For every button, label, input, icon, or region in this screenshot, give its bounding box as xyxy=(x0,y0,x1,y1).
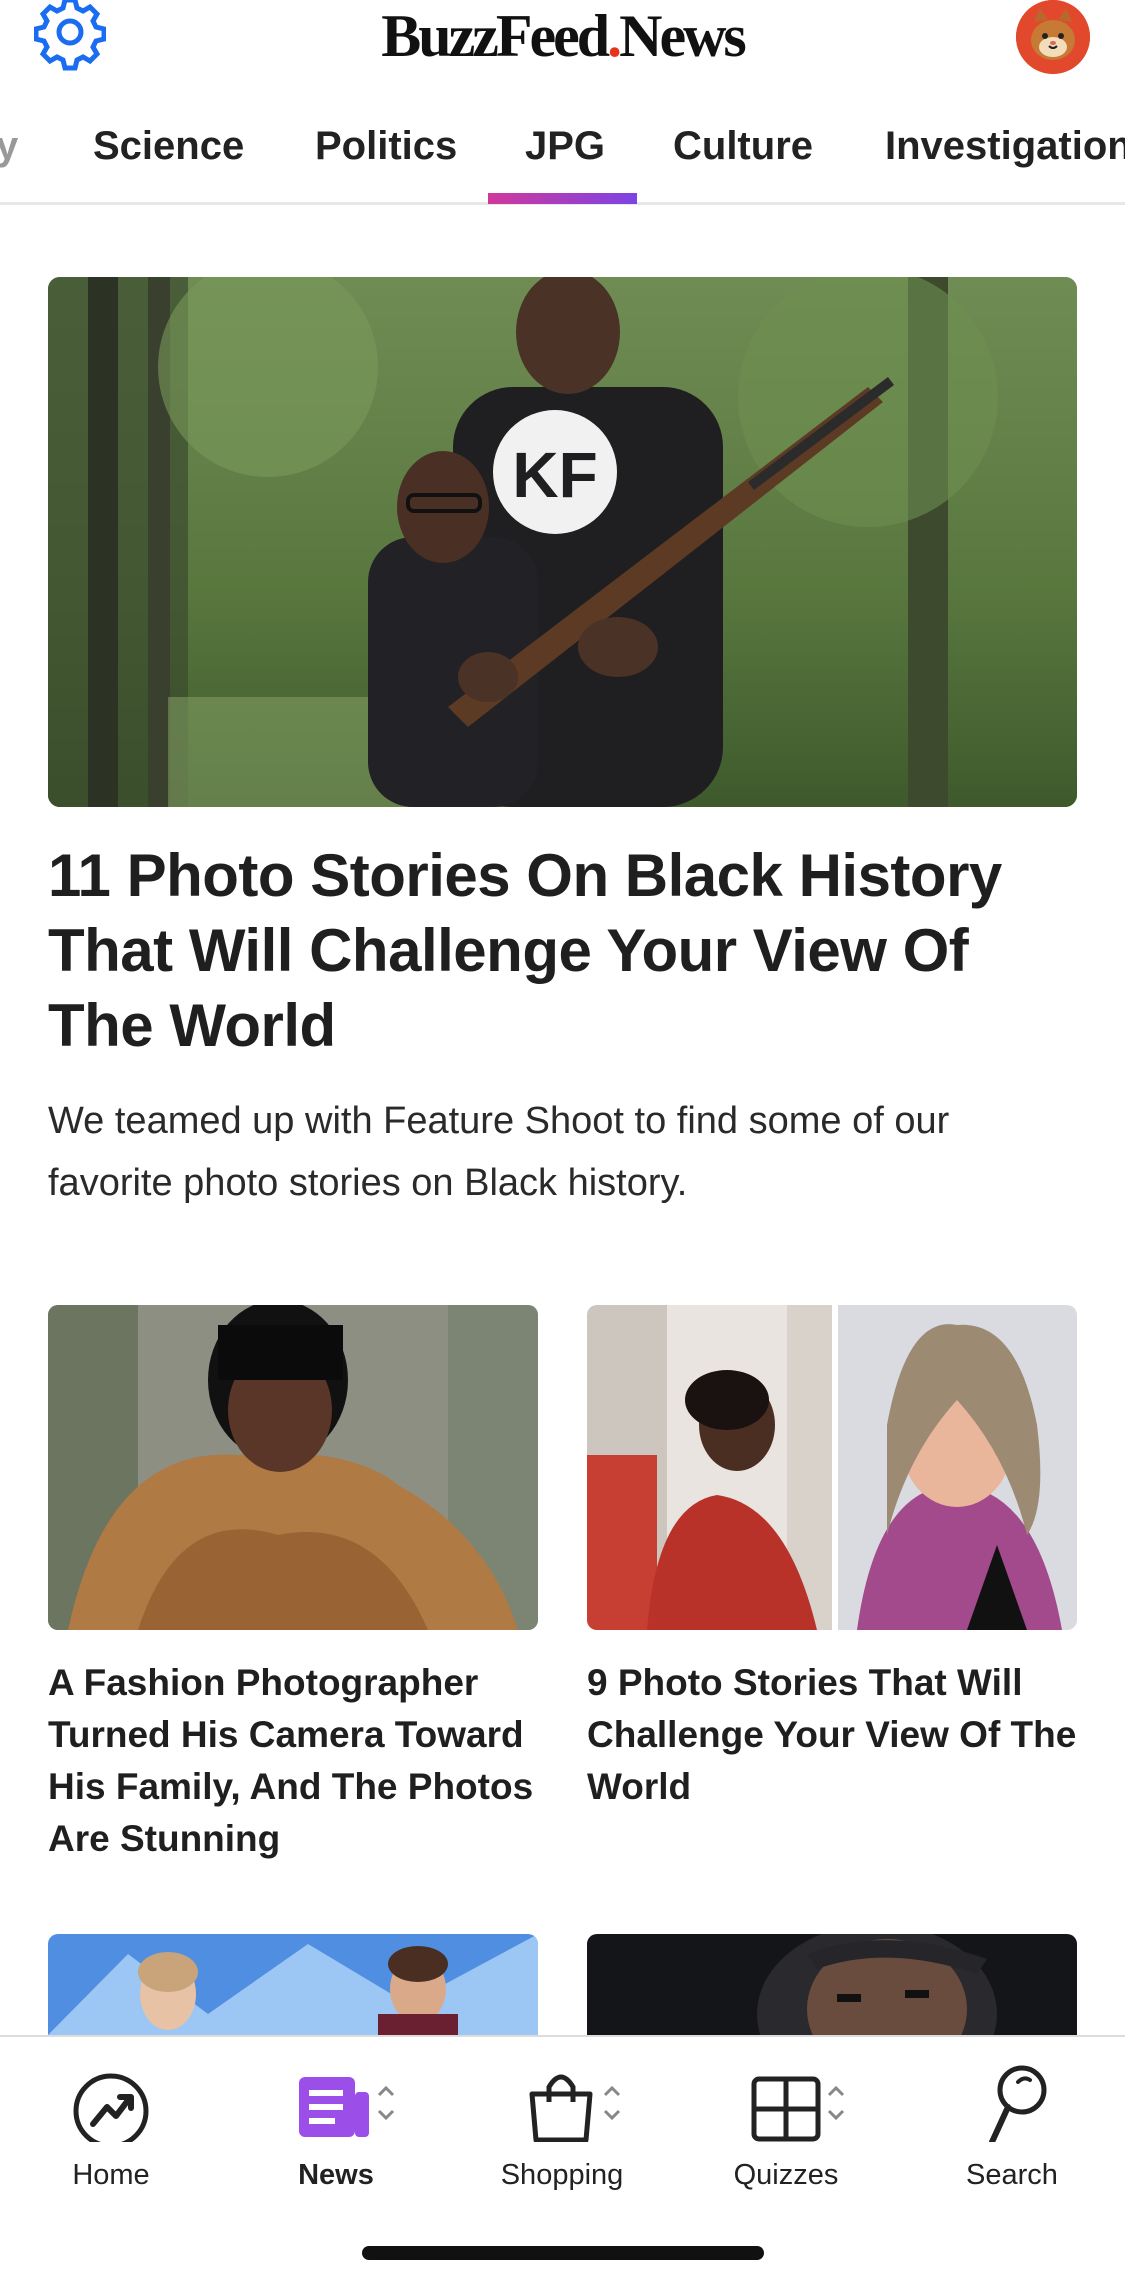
hero-photo[interactable]: KF xyxy=(48,277,1077,807)
nav-label-search: Search xyxy=(966,2159,1058,2191)
tab-jpg[interactable]: JPG xyxy=(525,124,605,169)
nav-label-shopping: Shopping xyxy=(500,2159,624,2191)
logo-text-news: News xyxy=(619,3,747,69)
nav-label-home: Home xyxy=(72,2159,150,2191)
search-icon xyxy=(922,2052,1102,2145)
news-icon xyxy=(246,2052,426,2142)
buzzfeed-news-logo[interactable]: BuzzFeed.News xyxy=(0,2,1125,71)
app-header: BuzzFeed.News xyxy=(0,0,1125,75)
card-title-photo-stories[interactable]: 9 Photo Stories That Will Challenge Your… xyxy=(587,1657,1087,1813)
card-photo-partial-right[interactable] xyxy=(587,1934,1077,2035)
shopping-bag-icon xyxy=(472,2052,652,2143)
nav-item-shopping[interactable]: Shopping xyxy=(472,2052,652,2202)
nav-item-quizzes[interactable]: Quizzes xyxy=(696,2052,876,2202)
hero-description: We teamed up with Feature Shoot to find … xyxy=(48,1100,950,1204)
tab-politics[interactable]: Politics xyxy=(315,124,457,169)
home-indicator-bar xyxy=(362,2246,764,2260)
nav-label-quizzes: Quizzes xyxy=(733,2159,839,2191)
active-tab-indicator xyxy=(488,193,637,204)
section-tabs: y Science Politics JPG Culture Investiga… xyxy=(0,100,1125,205)
logo-dot: . xyxy=(607,3,622,69)
tab-investigation[interactable]: Investigation xyxy=(885,124,1125,169)
quizzes-grid-icon xyxy=(696,2052,876,2142)
card-photo-partial-left[interactable] xyxy=(48,1934,538,2035)
hero-headline[interactable]: 11 Photo Stories On Black History That W… xyxy=(48,838,1088,1063)
shirt-logo-text: KF xyxy=(512,439,597,511)
logo-text-buzzfeed: BuzzFeed xyxy=(381,3,610,69)
nav-item-search[interactable]: Search xyxy=(922,2052,1102,2202)
nav-item-news[interactable]: News xyxy=(246,2052,426,2202)
tab-culture[interactable]: Culture xyxy=(673,124,813,169)
trending-icon xyxy=(21,2052,201,2149)
cat-avatar-icon[interactable] xyxy=(1016,0,1090,74)
nav-label-news: News xyxy=(298,2159,374,2191)
tab-partial-left[interactable]: y xyxy=(0,124,18,169)
card-photo-fashion[interactable] xyxy=(48,1305,538,1630)
tab-science[interactable]: Science xyxy=(93,124,244,169)
card-title-fashion[interactable]: A Fashion Photographer Turned His Camera… xyxy=(48,1657,548,1865)
card-photo-photo-stories[interactable] xyxy=(587,1305,1077,1630)
nav-item-home[interactable]: Home xyxy=(21,2052,201,2202)
